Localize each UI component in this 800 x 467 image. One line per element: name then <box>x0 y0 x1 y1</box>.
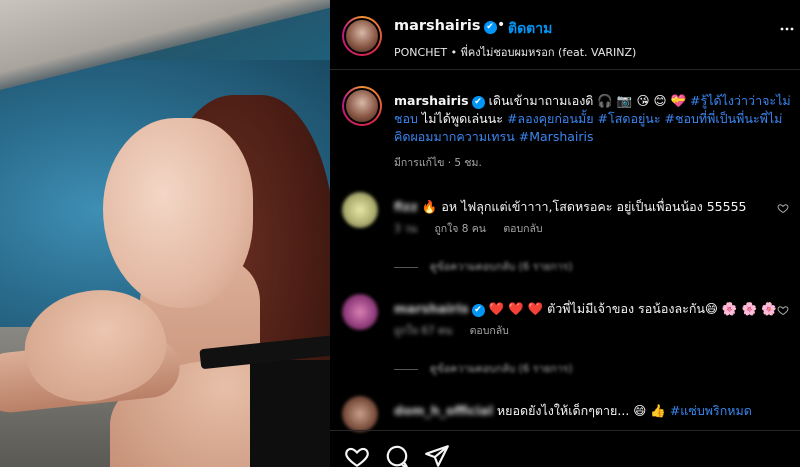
caption-username[interactable]: marshairis <box>394 93 469 108</box>
more-icon[interactable] <box>780 22 794 36</box>
replies-divider <box>394 266 418 268</box>
comment-meta: 3 วน ถูกใจ 8 คน ตอบกลับ <box>394 220 557 237</box>
reply-button[interactable]: ตอบกลับ <box>503 223 542 235</box>
verified-badge-icon: ✔ <box>471 96 485 109</box>
caption-meta: มีการแก้ไข · 5 ชม. <box>394 157 482 169</box>
share-icon[interactable] <box>424 443 450 467</box>
commenter-username[interactable]: fizz <box>394 198 418 216</box>
comment-text: fizz 🔥 อห ไฟลุกแต่เข้าาาา,โสดหรอคะ อยู่เ… <box>394 198 747 216</box>
comment-like-heart-icon[interactable] <box>777 202 789 214</box>
verified-badge-icon: ✔ <box>471 304 485 317</box>
heart-icon[interactable] <box>344 443 370 467</box>
comment-icon[interactable] <box>384 443 410 467</box>
comment-time: 3 วน <box>394 223 418 235</box>
comment-likes[interactable]: ถูกใจ 8 คน <box>434 223 486 235</box>
separator-dot: • <box>497 17 506 33</box>
follow-button[interactable]: ติดตาม <box>508 18 552 40</box>
view-replies-button[interactable]: ดูข้อความตอบกลับ (6 รายการ) <box>394 258 572 275</box>
comment-meta: ถูกใจ 67 คน ตอบกลับ <box>394 322 523 339</box>
commenter-avatar[interactable] <box>342 396 378 432</box>
caption-text: marshairis ✔ เดินเข้ามาถามเองดิ 🎧 📷 😘 😊 💝… <box>394 92 794 146</box>
comment-text: dom_h_official หยอดยังไงให้เด็กๆตาย... 😄… <box>394 402 752 420</box>
verified-badge-icon: ✔ <box>483 21 497 34</box>
post-header: marshairis ✔ • ติดตาม PONCHET • พี่คงไม่ช… <box>330 0 800 70</box>
post-side-panel: marshairis ✔ • ติดตาม PONCHET • พี่คงไม่ช… <box>330 0 800 467</box>
audio-track[interactable]: PONCHET • พี่คงไม่ชอบผมหรอก (feat. VARIN… <box>394 43 636 61</box>
author-username[interactable]: marshairis ✔ <box>394 18 497 34</box>
post-actions <box>330 430 800 467</box>
commenter-avatar[interactable] <box>342 294 378 330</box>
view-replies-button[interactable]: ดูข้อความตอบกลับ (6 รายการ) <box>394 360 572 377</box>
author-avatar[interactable] <box>342 16 382 56</box>
commenter-username[interactable]: dom_h_official <box>394 402 493 420</box>
comment-likes[interactable]: ถูกใจ 67 คน <box>394 325 452 337</box>
caption-line2: ไม่ได้พูดเล่นนะ <box>421 111 503 126</box>
woman-face <box>103 118 253 308</box>
swimsuit <box>250 360 330 467</box>
replies-divider <box>394 368 418 370</box>
post-photo[interactable] <box>0 0 330 467</box>
comment-hashtag[interactable]: #แซ่บพริกหมด <box>670 403 752 418</box>
caption-body: เดินเข้ามาถามเองดิ 🎧 📷 😘 😊 💝 <box>488 93 687 108</box>
commenter-username[interactable]: marshairis <box>394 300 469 318</box>
commenter-avatar[interactable] <box>342 192 378 228</box>
reply-button[interactable]: ตอบกลับ <box>470 325 509 337</box>
comment-text: marshairis ✔ ❤️ ❤️ ❤️ ตัวพี่ไม่มีเจ้าของ … <box>394 300 777 318</box>
comment-like-heart-icon[interactable] <box>777 304 789 316</box>
caption-avatar[interactable] <box>342 86 382 126</box>
